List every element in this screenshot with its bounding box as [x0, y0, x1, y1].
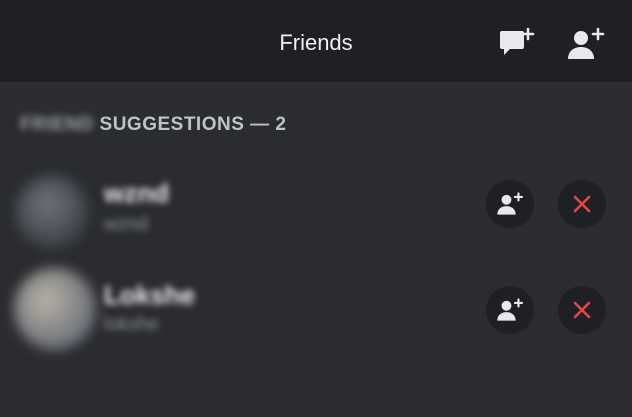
avatar[interactable] [14, 268, 96, 350]
close-icon [573, 195, 591, 213]
add-friend-icon [568, 27, 605, 59]
new-message-icon [500, 27, 535, 55]
close-icon [573, 301, 591, 319]
dismiss-button[interactable] [558, 180, 606, 228]
section-label-prefix: FRIEND [20, 114, 94, 135]
new-message-button[interactable] [498, 24, 538, 64]
add-friend-icon [497, 298, 524, 321]
list-item[interactable]: Lokshe lokshe [0, 262, 632, 362]
add-friend-button[interactable] [566, 24, 606, 64]
add-friend-button[interactable] [486, 180, 534, 228]
section-label: SUGGESTIONS — 2 [99, 114, 287, 135]
list-item[interactable]: wznd wznd [0, 162, 632, 262]
dismiss-button[interactable] [558, 286, 606, 334]
top-bar: Friends [0, 0, 632, 82]
add-friend-button[interactable] [486, 286, 534, 334]
avatar[interactable] [16, 176, 88, 248]
friends-screen: Friends FRIEND SUGGESTIONS — 2 wznd wznd [0, 0, 632, 417]
display-name: Lokshe [104, 280, 196, 310]
username: lokshe [104, 314, 159, 335]
section-header: FRIEND SUGGESTIONS — 2 [20, 114, 287, 136]
display-name: wznd [104, 178, 169, 208]
add-friend-icon [497, 192, 524, 215]
username: wznd [104, 214, 149, 235]
